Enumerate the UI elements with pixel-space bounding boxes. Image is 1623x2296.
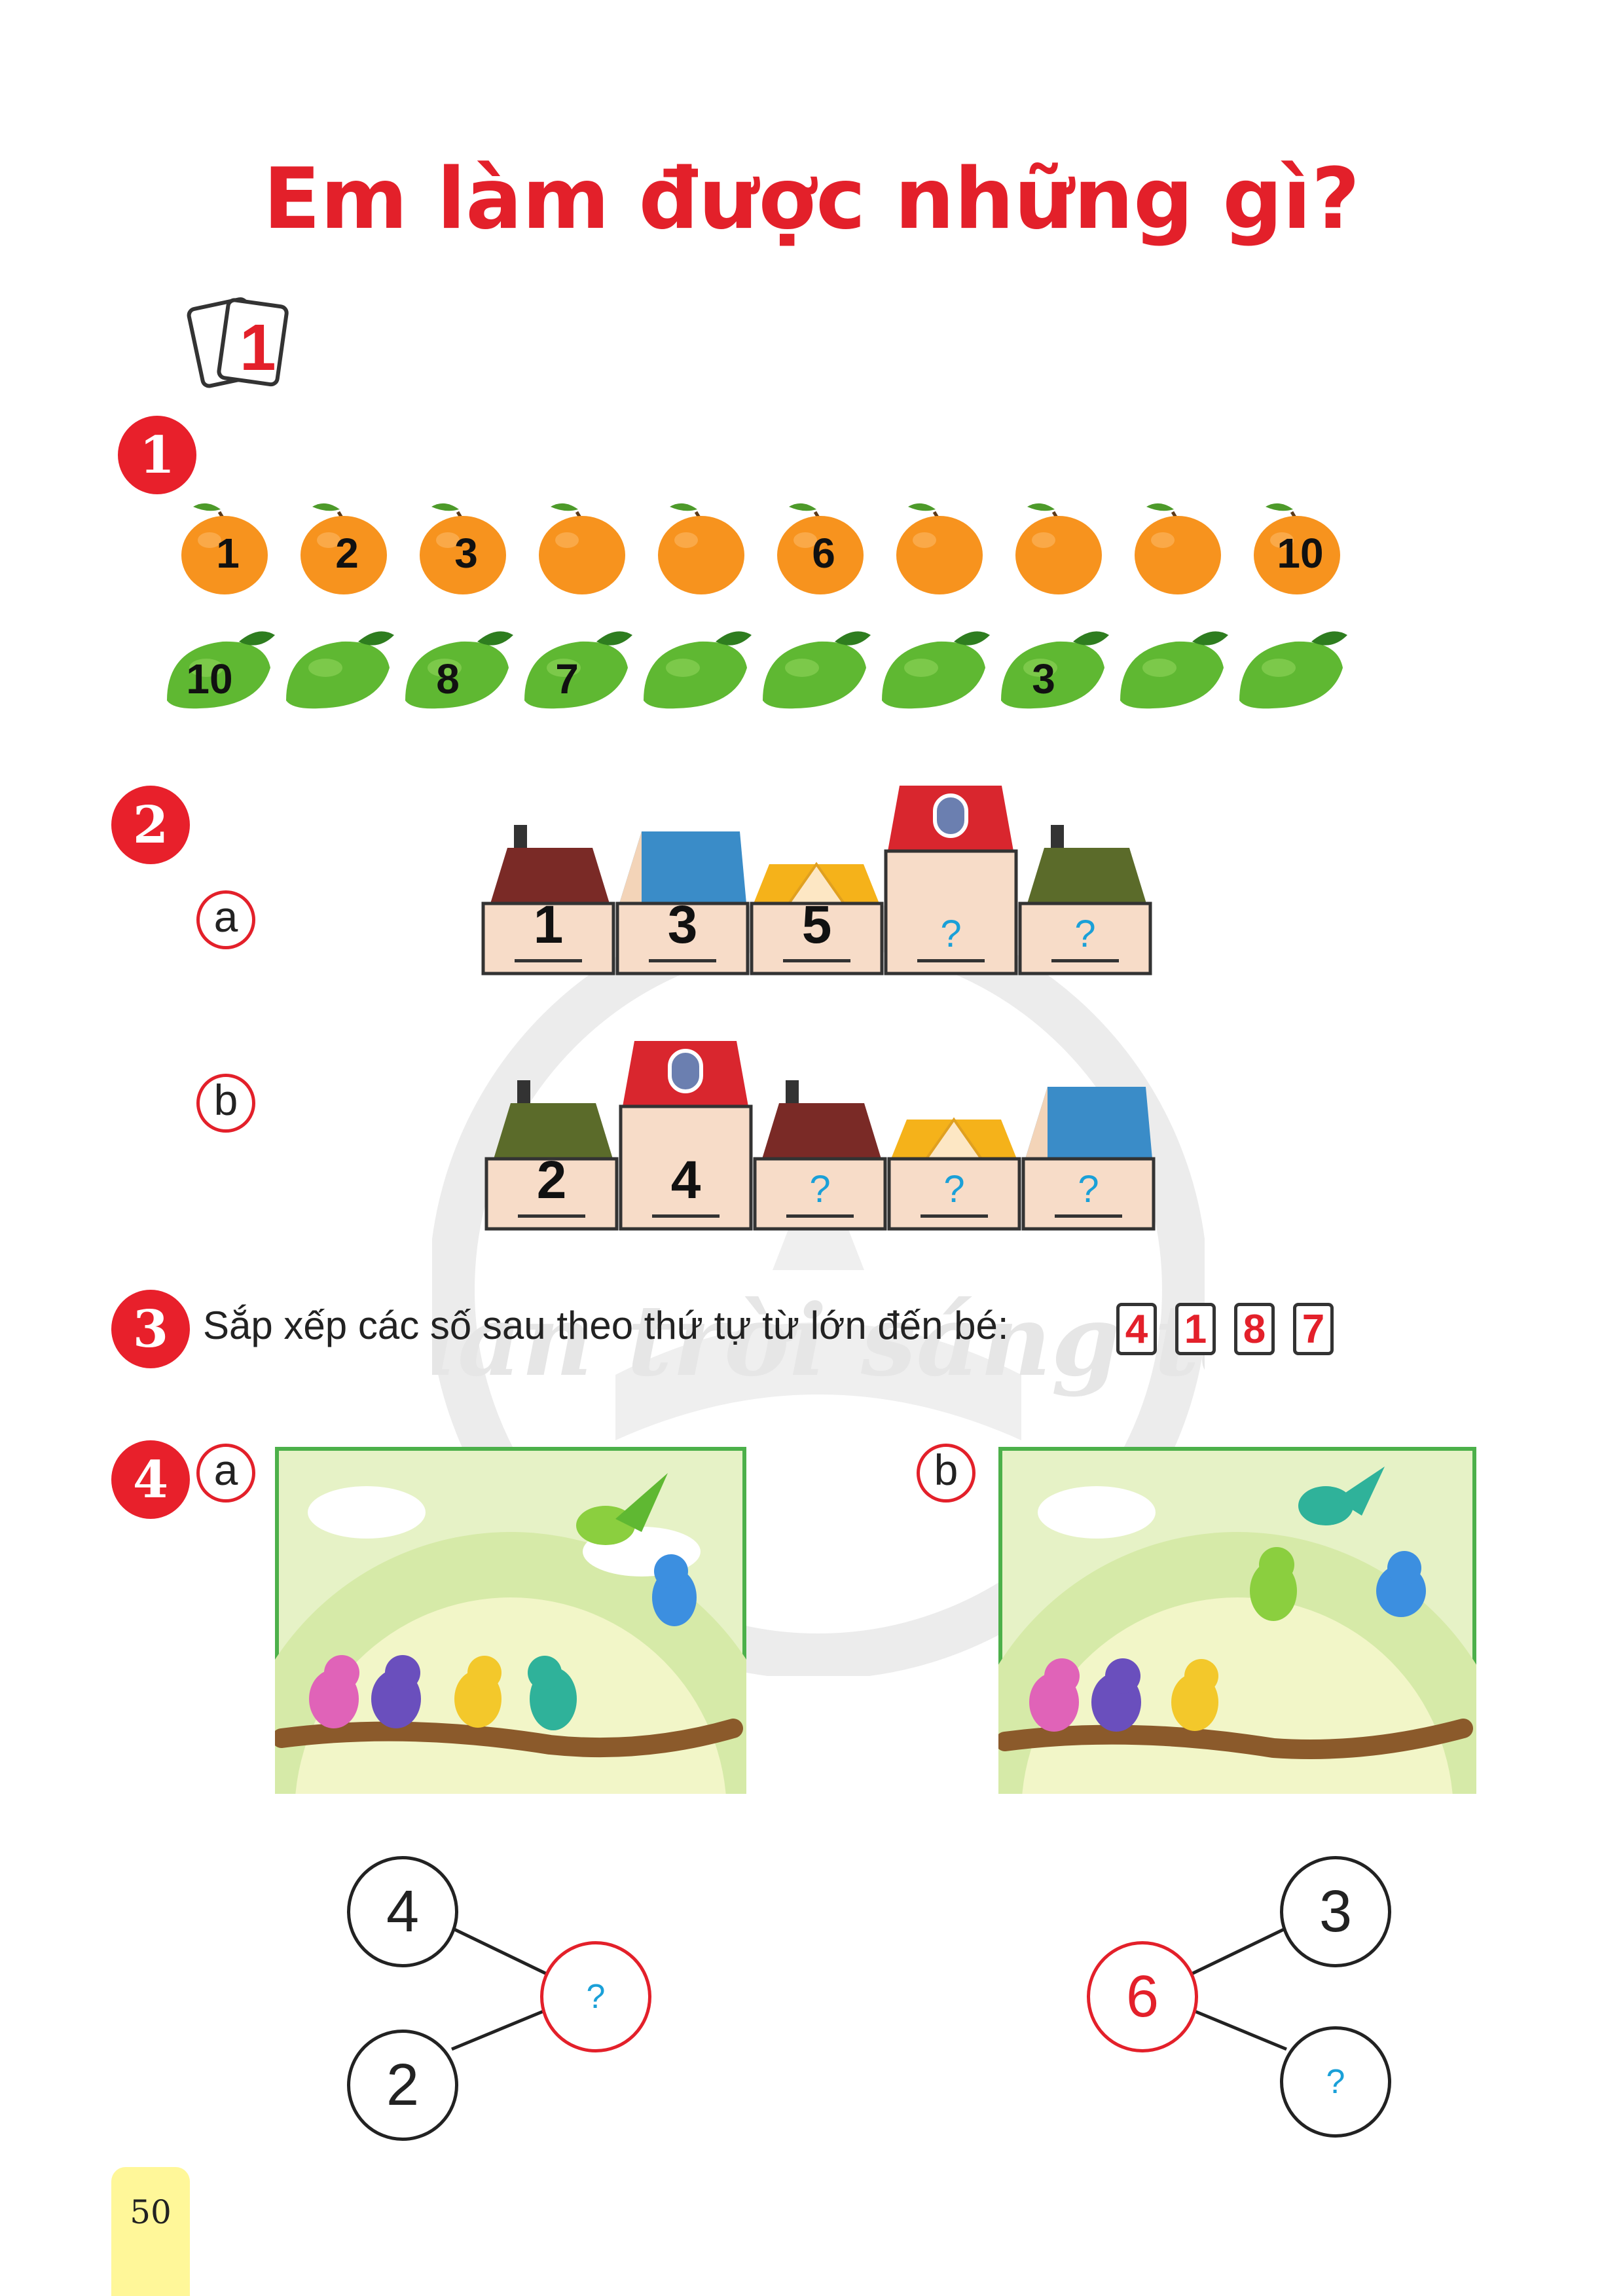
exercise-2a-label: a xyxy=(196,890,255,949)
bond-b-total: 6 xyxy=(1087,1941,1198,2052)
answer-underline xyxy=(921,1214,988,1218)
house-number: 3 xyxy=(667,895,698,955)
answer-underline xyxy=(786,1214,854,1218)
bond-a-total-value: ? xyxy=(586,1978,606,2016)
cards-icon: 1 xyxy=(187,297,289,388)
house[interactable]: ? xyxy=(1018,779,1152,975)
mango-icon xyxy=(1120,631,1228,709)
page-title: Em làm được những gì? xyxy=(263,151,1360,248)
answer-underline xyxy=(1051,959,1119,962)
answer-underline xyxy=(515,959,582,962)
house: 2 xyxy=(484,1034,619,1231)
exercise-4b-label: b xyxy=(917,1444,976,1503)
cards-number: 1 xyxy=(240,311,276,384)
house[interactable]: ? xyxy=(884,779,1018,975)
orange-fruit: 2 xyxy=(293,498,391,596)
orange-icon xyxy=(1135,503,1221,594)
number-boxes: 4 1 8 7 xyxy=(1116,1303,1334,1355)
house[interactable]: ? xyxy=(753,1034,887,1231)
exercise-4-number: 4 xyxy=(111,1440,190,1519)
house-number: 4 xyxy=(670,1150,701,1210)
bond-b-bottom-value: ? xyxy=(1326,2063,1345,2101)
orange-fruit: 3 xyxy=(412,498,510,596)
answer-underline xyxy=(649,959,716,962)
bond-b-top: 3 xyxy=(1280,1856,1391,1967)
house: 3 xyxy=(615,779,750,975)
answer-underline xyxy=(917,959,985,962)
house: 5 xyxy=(750,779,884,975)
mango-fruit: 3 xyxy=(994,622,1112,720)
mango-number: 10 xyxy=(186,655,233,702)
exercise-3-text: Sắp xếp các số sau theo thứ tự từ lớn đế… xyxy=(203,1303,1009,1347)
mango-number: 3 xyxy=(1032,655,1055,702)
house-number: 2 xyxy=(536,1150,567,1210)
mango-icon xyxy=(286,631,394,709)
number-box: 8 xyxy=(1234,1303,1275,1355)
orange-fruit[interactable] xyxy=(1008,498,1106,596)
answer-underline xyxy=(652,1214,720,1218)
orange-number: 1 xyxy=(216,530,240,577)
birds-picture-a xyxy=(275,1447,746,1794)
bond-a-total[interactable]: ? xyxy=(540,1941,651,2052)
house-number: 5 xyxy=(801,895,832,955)
mango-number: 7 xyxy=(555,655,579,702)
orange-icon xyxy=(1015,503,1102,594)
mango-fruit[interactable] xyxy=(756,622,874,720)
house[interactable]: ? xyxy=(887,1034,1021,1231)
mango-fruit[interactable] xyxy=(637,622,755,720)
exercise-3-number: 3 xyxy=(111,1290,190,1368)
number-box: 1 xyxy=(1175,1303,1216,1355)
answer-underline xyxy=(783,959,850,962)
mango-icon xyxy=(644,631,752,709)
house-number: 1 xyxy=(533,895,564,955)
mango-number: 8 xyxy=(436,655,460,702)
house-missing-number: ? xyxy=(940,913,962,955)
birds-picture-b xyxy=(998,1447,1476,1794)
answer-underline xyxy=(1055,1214,1122,1218)
orange-number: 6 xyxy=(812,530,835,577)
house-missing-number: ? xyxy=(943,1168,965,1211)
house-missing-number: ? xyxy=(809,1168,831,1211)
orange-number: 10 xyxy=(1277,530,1324,577)
house-missing-number: ? xyxy=(1074,913,1096,955)
bond-a-bottom: 2 xyxy=(347,2030,458,2141)
house[interactable]: ? xyxy=(1021,1034,1156,1231)
exercise-4a-label: a xyxy=(196,1444,255,1503)
number-box: 4 xyxy=(1116,1303,1157,1355)
mango-icon xyxy=(763,631,871,709)
mango-fruit[interactable] xyxy=(280,622,397,720)
orange-icon xyxy=(896,503,983,594)
orange-number: 2 xyxy=(335,530,359,577)
bond-a-top: 4 xyxy=(347,1856,458,1967)
orange-fruit: 10 xyxy=(1246,498,1344,596)
mango-fruit: 8 xyxy=(399,622,517,720)
orange-fruit[interactable] xyxy=(650,498,748,596)
orange-number: 3 xyxy=(454,530,478,577)
page-number: 50 xyxy=(111,2167,190,2296)
mango-fruit[interactable] xyxy=(875,622,993,720)
mango-fruit: 10 xyxy=(160,622,278,720)
orange-fruit[interactable] xyxy=(531,498,629,596)
exercise-1-number: 1 xyxy=(118,416,196,494)
orange-icon xyxy=(539,503,625,594)
mango-fruit[interactable] xyxy=(1233,622,1351,720)
exercise-2-number: 2 xyxy=(111,786,190,864)
orange-fruit: 6 xyxy=(769,498,867,596)
house-missing-number: ? xyxy=(1078,1168,1099,1211)
orange-icon xyxy=(658,503,744,594)
answer-underline xyxy=(518,1214,585,1218)
mango-fruit: 7 xyxy=(518,622,636,720)
house: 1 xyxy=(481,779,615,975)
orange-fruit: 1 xyxy=(173,498,272,596)
mango-icon xyxy=(882,631,990,709)
house: 4 xyxy=(619,1034,753,1231)
mango-icon xyxy=(1239,631,1347,709)
exercise-2b-label: b xyxy=(196,1074,255,1133)
bond-b-bottom[interactable]: ? xyxy=(1280,2026,1391,2138)
number-box: 7 xyxy=(1293,1303,1334,1355)
orange-fruit[interactable] xyxy=(888,498,987,596)
orange-fruit[interactable] xyxy=(1127,498,1225,596)
mango-fruit[interactable] xyxy=(1114,622,1231,720)
